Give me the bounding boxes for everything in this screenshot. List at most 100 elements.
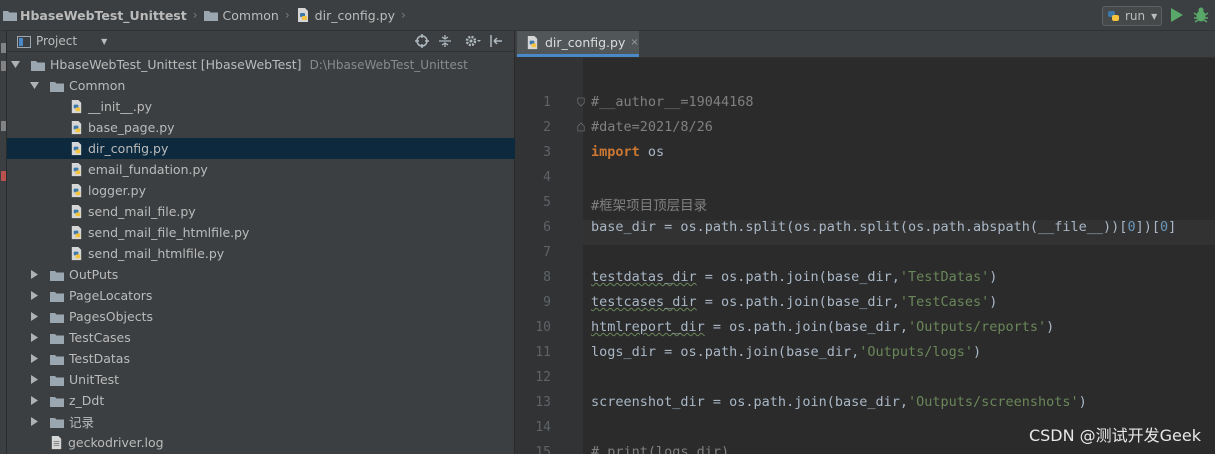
collapsed-arrow-icon[interactable]: [29, 312, 39, 322]
line-number: 10: [535, 320, 551, 335]
code-line: # print(logs_dir): [591, 444, 729, 454]
collapsed-arrow-icon[interactable]: [29, 396, 39, 406]
code-token: logs_dir = os.path.join(base_dir,: [591, 344, 860, 360]
line-number: 5: [543, 195, 551, 210]
code-token: = os.path.join(base_dir,: [696, 269, 900, 285]
line-number: 3: [543, 145, 551, 160]
code-token: 0: [1127, 219, 1136, 235]
tree-file[interactable]: send_mail_htmlfile.py: [7, 243, 515, 264]
line-number: 6: [543, 220, 551, 235]
code-token: ]: [1168, 219, 1177, 235]
code-token: 'Outputs/reports': [908, 319, 1047, 335]
collapsed-arrow-icon[interactable]: [29, 354, 39, 364]
tree-folder[interactable]: OutPuts: [7, 264, 515, 285]
tree-item-label: TestDatas: [69, 351, 130, 366]
collapsed-arrow-icon[interactable]: [29, 333, 39, 343]
collapsed-arrow-icon[interactable]: [29, 291, 39, 301]
python-icon: [1108, 11, 1119, 21]
code-token: ): [1078, 394, 1087, 410]
run-configuration-label: run: [1125, 9, 1146, 23]
tree-file[interactable]: email_fundation.py: [7, 159, 515, 180]
dropdown-arrow-icon: ▼: [1151, 11, 1158, 21]
hide-panel-icon[interactable]: [489, 34, 503, 48]
editor-tab-bar: dir_config.py ×: [515, 31, 1215, 58]
tree-file[interactable]: dir_config.py: [7, 138, 515, 159]
run-icon[interactable]: [1170, 7, 1184, 23]
python-file-icon: [69, 141, 84, 156]
collapsed-arrow-icon[interactable]: [29, 417, 39, 427]
tree-item-label: PageLocators: [69, 288, 153, 303]
folder-icon: [49, 373, 65, 387]
folder-icon: [49, 331, 65, 345]
line-number: 1: [543, 95, 551, 110]
fold-icon[interactable]: [577, 97, 585, 107]
tab-dir-config[interactable]: dir_config.py ×: [517, 31, 639, 57]
python-file-icon: [69, 183, 84, 198]
project-tool-tab[interactable]: [1, 43, 6, 53]
tree-file[interactable]: logger.py: [7, 180, 515, 201]
breadcrumb-folder[interactable]: Common: [201, 4, 283, 26]
run-configuration-select[interactable]: run ▼: [1102, 6, 1162, 26]
tree-file[interactable]: send_mail_file_htmlfile.py: [7, 222, 515, 243]
python-file-icon: [297, 8, 308, 22]
collapse-all-icon[interactable]: [438, 34, 452, 48]
tree-folder[interactable]: TestDatas: [7, 348, 515, 369]
locate-icon[interactable]: [415, 34, 429, 48]
tree-item-label: z_Ddt: [69, 393, 105, 408]
folder-icon: [49, 289, 65, 303]
project-panel: Project ▼ HbaseWebTest_Unittest [HbaseWe…: [7, 31, 515, 454]
close-icon[interactable]: ×: [630, 37, 638, 48]
line-number: 14: [535, 420, 551, 435]
code-token: 'TestCases': [899, 294, 990, 310]
tool-tab[interactable]: [1, 171, 6, 181]
tree-folder[interactable]: UnitTest: [7, 369, 515, 390]
expanded-arrow-icon[interactable]: [29, 81, 39, 91]
breadcrumb-file[interactable]: dir_config.py: [293, 4, 399, 26]
tree-folder[interactable]: z_Ddt: [7, 390, 515, 411]
tree-file[interactable]: geckodriver.log: [7, 432, 515, 453]
code-token: # print(logs_dir): [591, 444, 730, 454]
debug-icon[interactable]: [1192, 6, 1210, 24]
editor-panel: dir_config.py × 1 #__author__=19044168 2 #d…: [515, 31, 1215, 454]
project-panel-header: Project ▼: [7, 31, 514, 52]
code-line: #框架项目顶层目录: [591, 194, 707, 214]
collapsed-arrow-icon[interactable]: [29, 375, 39, 385]
tree-item-label: send_mail_file_htmlfile.py: [88, 225, 250, 240]
code-token: = os.path.join(base_dir,: [696, 294, 900, 310]
gear-icon[interactable]: [465, 34, 481, 48]
tool-tab[interactable]: [1, 61, 6, 71]
tree-file[interactable]: __init__.py: [7, 96, 515, 117]
tree-file[interactable]: base_page.py: [7, 117, 515, 138]
code-token: 'Outputs/screenshots': [907, 394, 1079, 410]
tree-folder[interactable]: PagesObjects: [7, 306, 515, 327]
code-token: #__author__=19044168: [591, 94, 754, 110]
text-file-icon: [49, 435, 64, 450]
tree-item-label: __init__.py: [88, 99, 153, 114]
tree-folder[interactable]: Common: [7, 75, 515, 96]
code-editor[interactable]: 1 #__author__=19044168 2 #date=2021/8/26 3 im…: [515, 58, 1215, 454]
tree-folder[interactable]: 记录: [7, 411, 515, 432]
code-token: ): [1046, 319, 1055, 335]
tree-item-label: dir_config.py: [88, 141, 169, 156]
tree-folder[interactable]: TestCases: [7, 327, 515, 348]
code-token: ): [989, 269, 998, 285]
folder-icon: [3, 11, 17, 21]
code-token: 0: [1159, 219, 1169, 235]
dropdown-arrow-icon[interactable]: ▼: [101, 37, 107, 46]
collapsed-arrow-icon[interactable]: [29, 270, 39, 280]
tool-tab[interactable]: [1, 121, 6, 131]
code-line: logs_dir = os.path.join(base_dir,'Output…: [591, 344, 981, 360]
tree-file[interactable]: send_mail_file.py: [7, 201, 515, 222]
tree-root[interactable]: HbaseWebTest_Unittest [HbaseWebTest] D:\…: [7, 54, 515, 75]
fold-icon[interactable]: [577, 122, 585, 132]
navigation-bar: HbaseWebTest_Unittest › Common › dir_con…: [0, 0, 1215, 31]
breadcrumb-folder-label: Common: [222, 7, 279, 23]
tree-folder[interactable]: PageLocators: [7, 285, 515, 306]
project-view-title[interactable]: Project: [36, 34, 77, 48]
expanded-arrow-icon[interactable]: [10, 60, 20, 70]
code-token: htmlreport_dir: [591, 319, 705, 335]
code-token: ): [973, 344, 982, 360]
line-number: 2: [543, 120, 551, 135]
line-number: 13: [535, 395, 551, 410]
breadcrumb-project[interactable]: HbaseWebTest_Unittest: [0, 4, 191, 26]
